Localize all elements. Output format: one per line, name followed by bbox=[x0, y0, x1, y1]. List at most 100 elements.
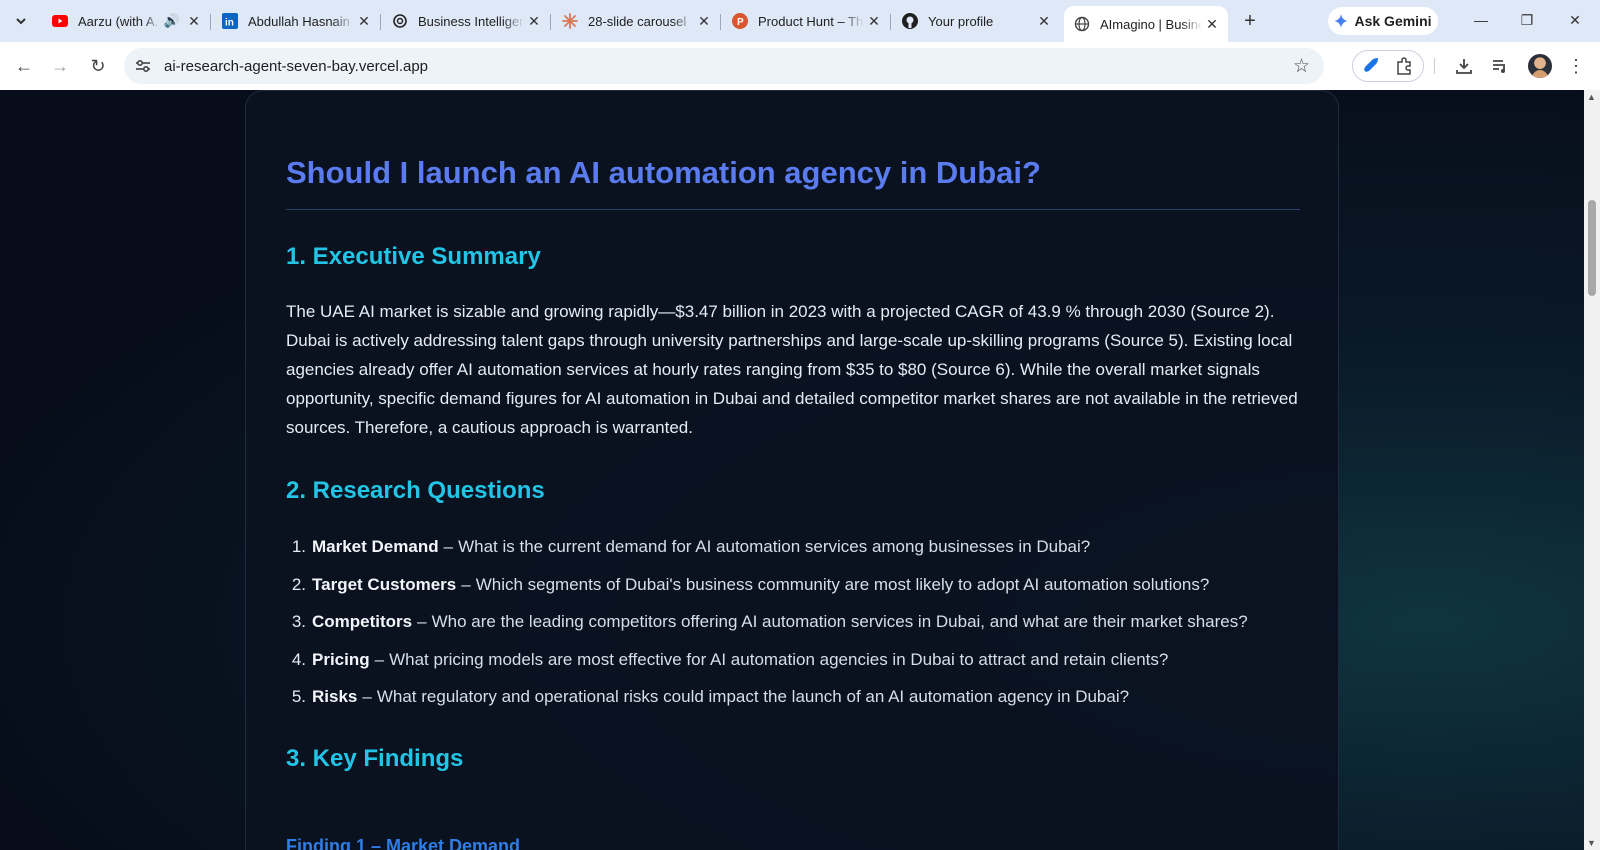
section-heading-key-findings: 3. Key Findings bbox=[286, 745, 464, 772]
tab-separator bbox=[380, 14, 381, 30]
menu-button[interactable]: ⋮ bbox=[1564, 54, 1588, 78]
tab-youtube[interactable]: Aarzu (with A. R. Rahman) 🔊 ✕ bbox=[42, 6, 211, 36]
minimize-icon: — bbox=[1474, 12, 1488, 28]
close-icon: ✕ bbox=[1569, 11, 1581, 28]
forward-button[interactable]: → bbox=[48, 54, 72, 78]
speaker-icon[interactable]: 🔊 bbox=[164, 13, 180, 29]
new-tab-button[interactable]: + bbox=[1238, 9, 1262, 33]
list-item: 2. Target Customers – Which segments of … bbox=[286, 575, 1300, 613]
executive-summary-text: The UAE AI market is sizable and growing… bbox=[286, 302, 1298, 437]
openai-icon bbox=[392, 13, 408, 29]
question-text: Who are the leading competitors offering… bbox=[431, 612, 1248, 631]
scroll-up-arrow-icon[interactable]: ▲ bbox=[1587, 92, 1596, 102]
tab-separator bbox=[210, 14, 211, 30]
puzzle-extensions-icon[interactable] bbox=[1395, 57, 1413, 75]
question-text: Which segments of Dubai's business commu… bbox=[475, 574, 1210, 594]
youtube-icon bbox=[52, 13, 68, 29]
restore-button[interactable]: ❐ bbox=[1512, 8, 1542, 32]
svg-text:in: in bbox=[225, 18, 234, 29]
question-dash: – bbox=[443, 537, 454, 556]
media-controls-button[interactable] bbox=[1488, 54, 1512, 78]
globe-icon bbox=[1074, 16, 1090, 32]
tab-product-hunt[interactable]: P Product Hunt – The ✕ bbox=[722, 6, 891, 36]
github-icon bbox=[902, 13, 918, 29]
list-item: 4. Pricing – What pricing models are mos… bbox=[286, 650, 1300, 688]
question-text: What pricing models are most effective f… bbox=[389, 649, 1169, 669]
list-number: 1. bbox=[291, 537, 306, 556]
address-bar[interactable]: ai-research-agent-seven-bay.vercel.app ☆ bbox=[124, 48, 1324, 84]
minimize-button[interactable]: — bbox=[1466, 8, 1496, 32]
question-label: Risks bbox=[312, 687, 358, 706]
report-card: Should I launch an AI automation agency … bbox=[245, 90, 1339, 850]
tab-aimagino[interactable]: AImagino | Business ✕ bbox=[1064, 6, 1228, 42]
linkedin-icon: in bbox=[222, 13, 238, 29]
close-tab-icon[interactable]: ✕ bbox=[694, 11, 714, 31]
reload-icon: ↻ bbox=[90, 55, 106, 76]
downloads-button[interactable] bbox=[1452, 54, 1476, 78]
question-text: What regulatory and operational risks co… bbox=[376, 687, 1130, 706]
tab-title: AImagino | Business bbox=[1100, 16, 1202, 32]
browser-tab-strip: Aarzu (with A. R. Rahman) 🔊 ✕ in Abdulla… bbox=[0, 0, 1600, 42]
reload-button[interactable]: ↻ bbox=[86, 54, 110, 78]
section-heading-executive-summary: 1. Executive Summary bbox=[286, 243, 541, 270]
toolbar-divider bbox=[1434, 58, 1435, 74]
site-settings-icon[interactable] bbox=[134, 57, 152, 75]
arrow-right-icon: → bbox=[51, 55, 69, 76]
question-label: Market Demand bbox=[312, 537, 439, 556]
list-item: 5. Risks – What regulatory and operation… bbox=[286, 687, 1300, 725]
rocket-extension-icon[interactable] bbox=[1363, 57, 1381, 75]
list-item: 1. Market Demand – What is the current d… bbox=[286, 537, 1300, 575]
list-number: 2. bbox=[291, 574, 306, 594]
scrollbar-thumb[interactable] bbox=[1588, 200, 1596, 296]
report-title: Should I launch an AI automation agency … bbox=[286, 155, 1041, 190]
question-text: What is the current demand for AI automa… bbox=[458, 537, 1091, 556]
page-scrollbar[interactable]: ▲ ▼ bbox=[1584, 90, 1600, 850]
question-dash: – bbox=[417, 612, 427, 631]
question-label: Target Customers bbox=[312, 574, 457, 594]
question-label: Competitors bbox=[312, 612, 413, 631]
tab-separator bbox=[550, 14, 551, 30]
tab-github-profile[interactable]: Your profile ✕ bbox=[892, 6, 1060, 36]
question-dash: – bbox=[461, 574, 471, 594]
close-tab-icon[interactable]: ✕ bbox=[1034, 11, 1054, 31]
tab-title: Product Hunt – The bbox=[758, 13, 864, 29]
arrow-left-icon: ← bbox=[15, 55, 33, 76]
tab-title: 28-slide carousel bbox=[588, 13, 687, 29]
list-item: 3. Competitors – Who are the leading com… bbox=[286, 612, 1300, 650]
claude-icon bbox=[562, 13, 578, 29]
tab-business-intelligence[interactable]: Business Intelligence ✕ bbox=[382, 6, 551, 36]
list-number: 4. bbox=[291, 649, 306, 669]
tab-title: Aarzu (with A. R. Rahman) bbox=[78, 13, 160, 29]
download-icon bbox=[1456, 59, 1472, 74]
tab-title: Business Intelligence bbox=[418, 13, 524, 29]
tab-separator bbox=[720, 14, 721, 30]
research-questions-list: 1. Market Demand – What is the current d… bbox=[286, 537, 1300, 725]
tab-search-button[interactable] bbox=[8, 8, 34, 34]
scroll-down-arrow-icon[interactable]: ▼ bbox=[1587, 838, 1596, 848]
more-vertical-icon: ⋮ bbox=[1567, 55, 1585, 76]
bookmark-star-icon[interactable]: ☆ bbox=[1293, 55, 1310, 78]
gemini-sparkle-icon bbox=[1334, 14, 1349, 28]
close-tab-icon[interactable]: ✕ bbox=[864, 11, 884, 31]
finding-heading-market-demand[interactable]: Finding 1 – Market Demand bbox=[286, 836, 520, 850]
list-number: 3. bbox=[291, 612, 306, 631]
restore-icon: ❐ bbox=[1520, 11, 1534, 28]
close-tab-icon[interactable]: ✕ bbox=[184, 11, 204, 31]
tab-title: Your profile bbox=[928, 13, 994, 29]
url-text[interactable]: ai-research-agent-seven-bay.vercel.app bbox=[164, 58, 428, 75]
close-tab-icon[interactable]: ✕ bbox=[524, 11, 544, 31]
ask-gemini-button[interactable]: Ask Gemini bbox=[1328, 7, 1438, 35]
tab-carousel[interactable]: 28-slide carousel ✕ bbox=[552, 6, 721, 36]
close-tab-icon[interactable]: ✕ bbox=[1202, 14, 1222, 34]
close-tab-icon[interactable]: ✕ bbox=[354, 11, 374, 31]
media-queue-icon bbox=[1493, 60, 1505, 73]
close-window-button[interactable]: ✕ bbox=[1560, 8, 1590, 32]
tab-linkedin[interactable]: in Abdullah Hasnain ✕ bbox=[212, 6, 381, 36]
section-heading-research-questions: 2. Research Questions bbox=[286, 477, 545, 504]
profile-avatar[interactable] bbox=[1528, 54, 1552, 78]
ask-gemini-label: Ask Gemini bbox=[1354, 13, 1432, 29]
back-button[interactable]: ← bbox=[12, 54, 36, 78]
tab-title: Abdullah Hasnain bbox=[248, 13, 350, 29]
browser-toolbar: ← → ↻ ai-research-agent-seven-bay.vercel… bbox=[0, 42, 1600, 90]
page-viewport: Should I launch an AI automation agency … bbox=[0, 90, 1584, 850]
